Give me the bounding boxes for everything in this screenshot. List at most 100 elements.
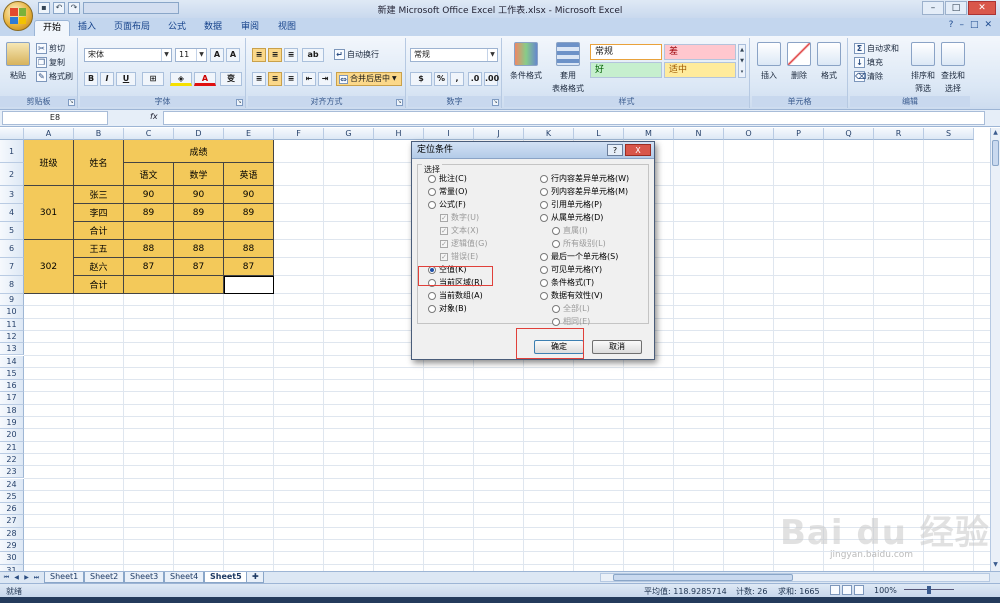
bold-button[interactable]: B	[84, 72, 98, 86]
align-middle-button[interactable]: ≡	[268, 48, 282, 62]
currency-button[interactable]: $	[410, 72, 432, 86]
row-header-13[interactable]: 13	[0, 343, 24, 356]
insert-cells-button[interactable]: 插入	[756, 42, 782, 81]
row-header-21[interactable]: 21	[0, 441, 24, 454]
border-button[interactable]: ⊞	[142, 72, 164, 86]
style-bad[interactable]: 差	[664, 44, 736, 60]
cell-score[interactable]: 89	[174, 204, 224, 222]
cell-student-name[interactable]: 赵六	[74, 258, 124, 276]
close-icon[interactable]: ✕	[968, 1, 996, 15]
column-header-j[interactable]: J	[474, 128, 524, 140]
cell-student-name[interactable]: 合计	[74, 222, 124, 240]
tab-insert[interactable]: 插入	[70, 20, 104, 36]
tab-review[interactable]: 审阅	[233, 20, 267, 36]
cell-class-header[interactable]: 班级	[24, 140, 74, 186]
option-right-0[interactable]: 行内容差异单元格(W)	[540, 173, 629, 184]
tab-page-layout[interactable]: 页面布局	[106, 20, 158, 36]
column-header-k[interactable]: K	[524, 128, 574, 140]
first-sheet-icon[interactable]: ⏮	[2, 573, 11, 582]
cell-score[interactable]: 87	[224, 258, 274, 276]
row-header-22[interactable]: 22	[0, 453, 24, 467]
font-launcher-icon[interactable]: ↘	[236, 99, 243, 106]
prev-sheet-icon[interactable]: ◀	[12, 573, 21, 582]
cell-student-name[interactable]: 合计	[74, 276, 124, 294]
sheet-tab-3[interactable]: Sheet3	[124, 572, 165, 583]
sheet-tab-1[interactable]: Sheet1	[44, 572, 85, 583]
option-left-2[interactable]: 公式(F)	[428, 199, 466, 210]
zoom-slider[interactable]	[904, 586, 954, 594]
sheet-tab-5[interactable]: Sheet5	[204, 572, 248, 583]
style-good[interactable]: 好	[590, 62, 662, 78]
clipboard-launcher-icon[interactable]: ↘	[68, 99, 75, 106]
option-left-8[interactable]: 当前区域(R)	[428, 277, 483, 288]
phonetic-button[interactable]: 变	[220, 72, 242, 86]
column-header-b[interactable]: B	[74, 128, 124, 140]
cell-student-name[interactable]: 张三	[74, 186, 124, 204]
option-left-10[interactable]: 对象(B)	[428, 303, 467, 314]
scroll-down-icon[interactable]: ▼	[991, 560, 1000, 570]
column-header-i[interactable]: I	[424, 128, 474, 140]
row-header-30[interactable]: 30	[0, 552, 24, 565]
column-header-g[interactable]: G	[324, 128, 374, 140]
decrease-indent-button[interactable]: ⇤	[302, 72, 316, 86]
cell-score[interactable]	[224, 222, 274, 240]
cell-score[interactable]	[124, 222, 174, 240]
option-right-9[interactable]: 数据有效性(V)	[540, 290, 603, 301]
column-header-p[interactable]: P	[774, 128, 824, 140]
cell-score[interactable]: 87	[124, 258, 174, 276]
cell-score[interactable]: 87	[174, 258, 224, 276]
cell-score[interactable]	[124, 276, 174, 294]
row-header-20[interactable]: 20	[0, 429, 24, 442]
column-header-n[interactable]: N	[674, 128, 724, 140]
decrease-decimal-button[interactable]: .00	[484, 72, 499, 86]
delete-cells-button[interactable]: 删除	[786, 42, 812, 81]
styles-gallery-scroll[interactable]: ▲ ▼ ▾	[738, 44, 746, 78]
row-header-15[interactable]: 15	[0, 367, 24, 381]
vertical-scrollbar[interactable]: ▲ ▼	[990, 128, 1000, 571]
hscroll-thumb[interactable]	[613, 574, 793, 581]
copy-button[interactable]: ❐ 复制	[36, 57, 65, 68]
normal-view-icon[interactable]	[830, 585, 840, 595]
zoom-level[interactable]: 100%	[874, 586, 897, 595]
orientation-button[interactable]: ab	[302, 48, 324, 62]
conditional-format-button[interactable]: 条件格式	[508, 42, 544, 81]
option-left-9[interactable]: 当前数组(A)	[428, 290, 483, 301]
option-left-1[interactable]: 常量(O)	[428, 186, 468, 197]
column-header-f[interactable]: F	[274, 128, 324, 140]
row-header-26[interactable]: 26	[0, 503, 24, 516]
align-center-button[interactable]: ≡	[268, 72, 282, 86]
align-right-button[interactable]: ≡	[284, 72, 298, 86]
row-header-4[interactable]: 4	[0, 204, 24, 222]
cell-score[interactable]	[174, 276, 224, 294]
row-header-12[interactable]: 12	[0, 330, 24, 344]
cell-score[interactable]: 90	[174, 186, 224, 204]
cell-selected-e8[interactable]	[224, 276, 274, 294]
help-icon[interactable]: ?	[949, 20, 954, 30]
fill-color-button[interactable]: ◈	[170, 72, 192, 86]
number-format-select[interactable]: 常规 ▼	[410, 48, 498, 62]
row-header-18[interactable]: 18	[0, 404, 24, 417]
name-box[interactable]: E8	[2, 111, 108, 125]
row-header-3[interactable]: 3	[0, 186, 24, 204]
cell-score[interactable]: 90	[224, 186, 274, 204]
font-size-select[interactable]: 11 ▼	[175, 48, 207, 62]
autosum-button[interactable]: Σ 自动求和	[854, 43, 899, 54]
row-header-6[interactable]: 6	[0, 240, 24, 258]
row-header-28[interactable]: 28	[0, 527, 24, 540]
font-name-select[interactable]: 宋体 ▼	[84, 48, 172, 62]
cancel-button[interactable]: 取消	[592, 340, 642, 354]
ok-button[interactable]: 确定	[534, 340, 584, 354]
fill-button[interactable]: ↓ 填充	[854, 57, 883, 68]
row-header-14[interactable]: 14	[0, 355, 24, 368]
font-color-button[interactable]: A	[194, 72, 216, 86]
find-select-button[interactable]: 查找和 选择	[940, 42, 966, 94]
option-right-7[interactable]: 可见单元格(Y)	[540, 264, 602, 275]
column-header-o[interactable]: O	[724, 128, 774, 140]
style-normal[interactable]: 常规	[590, 44, 662, 60]
option-right-2[interactable]: 引用单元格(P)	[540, 199, 602, 210]
option-right-3[interactable]: 从属单元格(D)	[540, 212, 603, 223]
column-header-m[interactable]: M	[624, 128, 674, 140]
tab-home[interactable]: 开始	[34, 20, 71, 36]
cell-score[interactable]	[174, 222, 224, 240]
column-header-l[interactable]: L	[574, 128, 624, 140]
